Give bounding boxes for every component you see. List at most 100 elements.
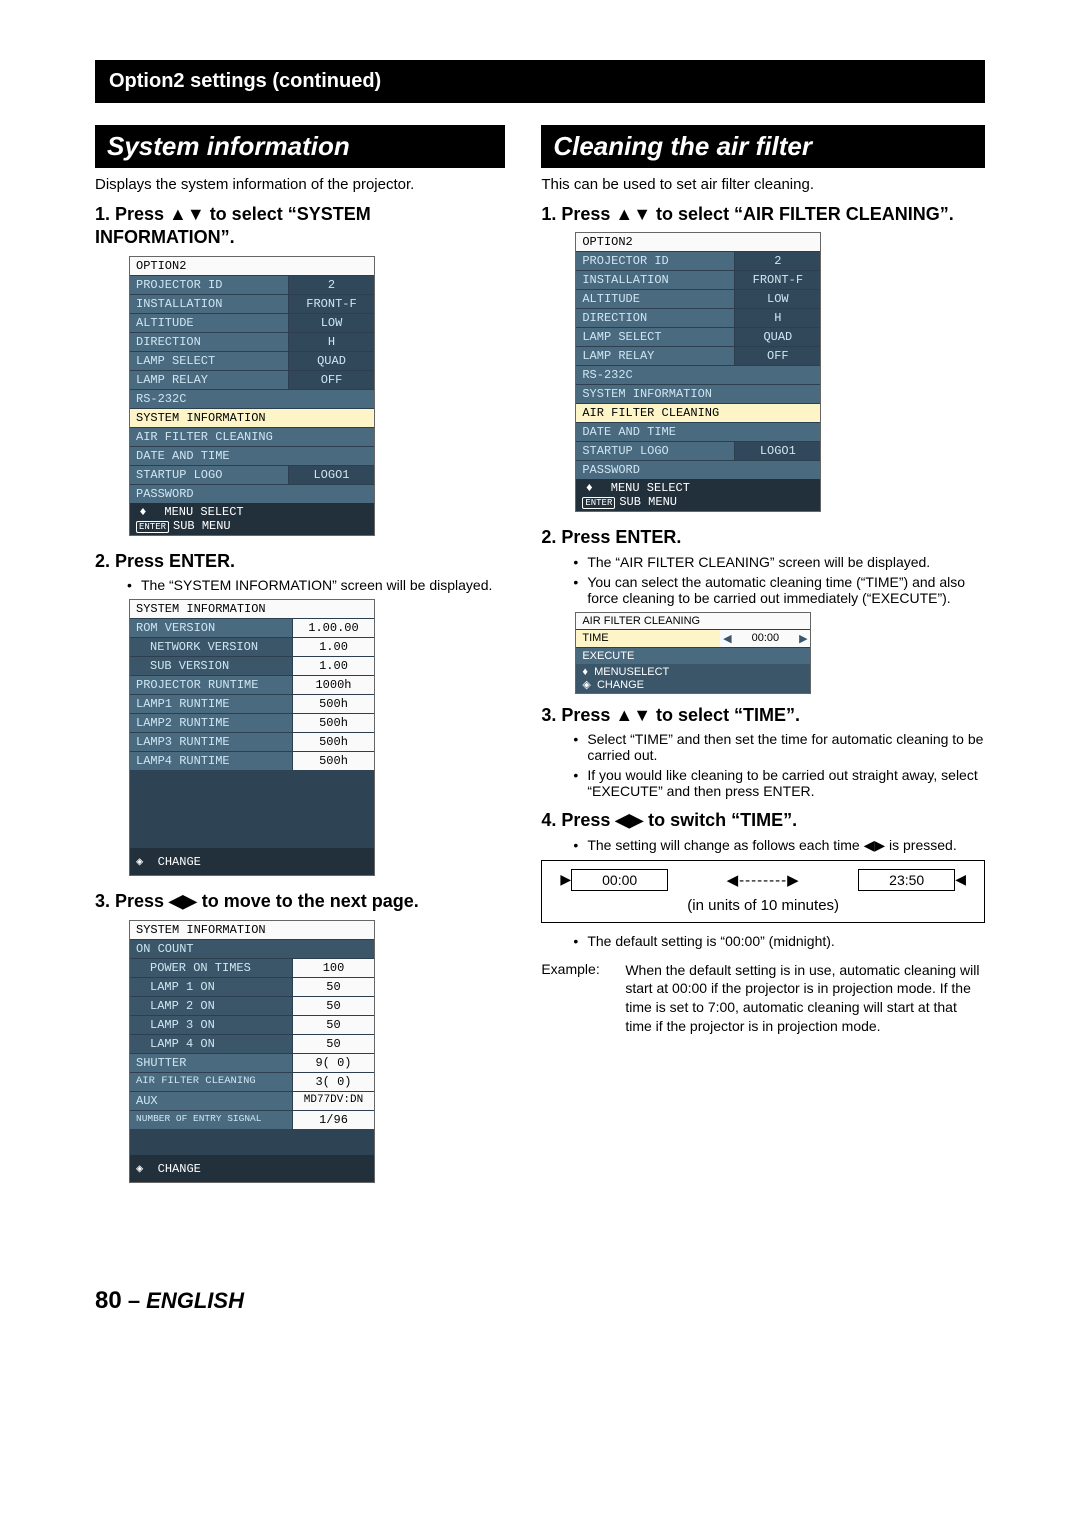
menu-row-full: AIR FILTER CLEANING [130,428,374,446]
bullet-text: Select “TIME” and then set the time for … [587,731,985,763]
info-row-value: 3( 0) [292,1073,374,1091]
info-row-value: 1.00 [292,638,374,656]
left-intro: Displays the system information of the p… [95,176,505,193]
afc-footer-text: MENUSELECT [594,666,669,678]
info-footer-text: CHANGE [158,855,201,869]
info-title: SYSTEM INFORMATION [130,921,374,939]
info-row-label: NUMBER OF ENTRY SIGNAL [130,1111,292,1129]
info-row-label: NETWORK VERSION [130,638,292,656]
afc-footer-text: CHANGE [597,679,644,691]
afc-footer: ♦ MENUSELECT ◈ CHANGE [576,664,810,693]
bullet-text: The “SYSTEM INFORMATION” screen will be … [141,577,492,593]
left-step1-heading: 1. Press ▲▼ to select “SYSTEM INFORMATIO… [95,203,505,250]
lr-icon: ◈ [582,679,590,691]
info-row-value: 500h [292,752,374,770]
menu-row-value: QUAD [734,328,820,346]
enter-badge-icon: ENTER [136,521,169,533]
info-row-label: LAMP 2 ON [130,997,292,1015]
bullet-icon: • [573,731,587,747]
menu-row-value: 2 [288,276,374,294]
updown-icon: ♦ [582,666,588,678]
menu-row-value: FRONT-F [288,295,374,313]
bullet-text: You can select the automatic cleaning ti… [587,574,985,606]
left-title: System information [95,125,505,168]
right-step4-heading: 4. Press ◀▶ to switch “TIME”. [541,809,985,832]
menu-row-label: ALTITUDE [130,314,288,332]
right-column: Cleaning the air filter This can be used… [541,125,985,1197]
menu-row-full: SYSTEM INFORMATION [576,385,820,403]
menu-row-highlight: SYSTEM INFORMATION [130,409,374,427]
info-row-label: LAMP 1 ON [130,978,292,996]
page-footer: 80 – ENGLISH [95,1287,985,1315]
menu-row-value: H [288,333,374,351]
info-row-value: 1.00 [292,657,374,675]
updown-icon: ♦ [582,481,596,495]
section-header: Option2 settings (continued) [95,60,985,103]
info-footer-text: CHANGE [158,1162,201,1176]
menu-row-value: 2 [734,252,820,270]
afc-time-value: ◀ 00:00 ▶ [720,630,810,647]
right-intro: This can be used to set air filter clean… [541,176,985,193]
bullet-icon: • [573,933,587,949]
menu-row-label: LAMP RELAY [130,371,288,389]
menu-row-value: OFF [288,371,374,389]
footer-language: ENGLISH [146,1288,244,1313]
info-row-value: 9( 0) [292,1054,374,1072]
menu-row-full: PASSWORD [130,485,374,503]
info-row-value: MD77DV:DN [292,1092,374,1110]
menu-row-label: DIRECTION [130,333,288,351]
lr-icon: ◈ [136,855,143,869]
bullet-icon: • [573,554,587,570]
updown-icon: ♦ [136,505,150,519]
info-row-value: 500h [292,695,374,713]
info-row-label: LAMP3 RUNTIME [130,733,292,751]
bullet-icon: • [573,574,587,590]
right-step2-heading: 2. Press ENTER. [541,526,985,549]
info-row-label: ON COUNT [130,940,374,958]
menu-row-full: DATE AND TIME [130,447,374,465]
right-title: Cleaning the air filter [541,125,985,168]
bullet-text: If you would like cleaning to be carried… [587,767,985,799]
menu-row-label: INSTALLATION [130,295,288,313]
menu-row-label: PROJECTOR ID [130,276,288,294]
menu-title: OPTION2 [130,257,374,275]
cycle-arrows-icon: ◀--------▶ [668,871,858,889]
afc-time-label: TIME [576,630,720,647]
info-row-value: 50 [292,978,374,996]
bullet-icon: • [573,837,587,853]
info-footer: ◈ CHANGE [130,1155,374,1182]
menu-footer: ♦ MENU SELECT ENTERSUB MENU [576,479,820,511]
menu-row-label: LAMP SELECT [576,328,734,346]
info-title: SYSTEM INFORMATION [130,600,374,618]
bullet-text: The default setting is “00:00” (midnight… [587,933,834,949]
bullet-icon: • [127,577,141,593]
menu-row-value: H [734,309,820,327]
menu-footer-text: SUB MENU [619,495,677,509]
info-row-label: SUB VERSION [130,657,292,675]
info-row-label: PROJECTOR RUNTIME [130,676,292,694]
info-row-value: 50 [292,997,374,1015]
page-number: 80 [95,1287,122,1314]
info-row-value: 50 [292,1035,374,1053]
info-row-label: LAMP2 RUNTIME [130,714,292,732]
menu-row-label: LAMP RELAY [576,347,734,365]
info-spacer [130,1129,374,1155]
menu-row-label: STARTUP LOGO [130,466,288,484]
afc-execute: EXECUTE [576,648,810,664]
footer-separator: – [122,1288,146,1313]
example-label: Example: [541,961,625,1037]
info-row-label: SHUTTER [130,1054,292,1072]
info-row-value: 500h [292,714,374,732]
info-footer: ◈ CHANGE [130,848,374,875]
lr-icon: ◈ [136,1162,143,1176]
info-row-value: 50 [292,1016,374,1034]
menu-row-value: LOGO1 [288,466,374,484]
info-row-value: 1/96 [292,1111,374,1129]
menu-row-value: OFF [734,347,820,365]
afc-time-text: 00:00 [752,632,780,644]
option2-menu-airfilter: OPTION2 PROJECTOR ID2 INSTALLATIONFRONT-… [575,232,821,512]
info-row-value: 1000h [292,676,374,694]
option2-menu-sysinfo: OPTION2 PROJECTOR ID2 INSTALLATIONFRONT-… [129,256,375,536]
info-row-label: ROM VERSION [130,619,292,637]
menu-row-label: LAMP SELECT [130,352,288,370]
